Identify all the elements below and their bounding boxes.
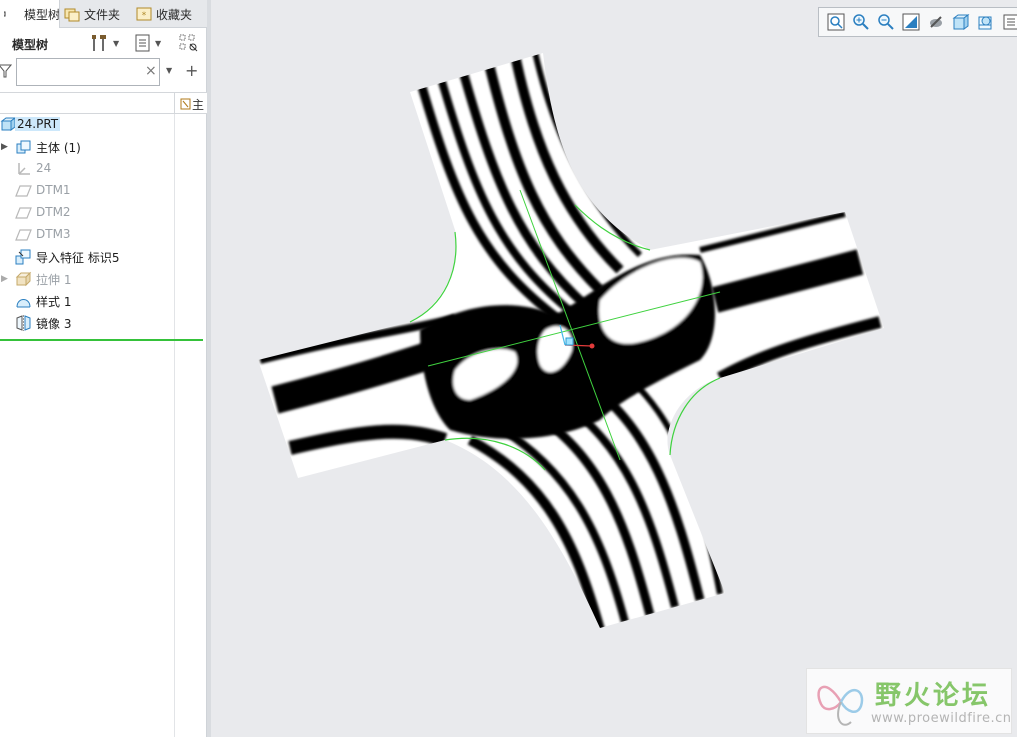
chevron-down-icon: ▼	[113, 38, 120, 48]
tree-item-part[interactable]: 24.PRT	[0, 114, 207, 136]
search-row: × ▼ +	[0, 58, 207, 86]
import-feature-icon	[15, 249, 31, 265]
tree-item-dtm1[interactable]: DTM1	[0, 180, 207, 202]
tree-filter-settings-button[interactable]	[178, 33, 200, 53]
datum-plane-icon	[15, 229, 32, 241]
body-icon	[16, 140, 31, 154]
tree-item-label: 导入特征 标识5	[36, 251, 120, 265]
refit-icon	[827, 13, 844, 31]
saved-views-button[interactable]	[948, 11, 973, 33]
tree-item-label: 24.PRT	[15, 117, 61, 131]
datum-plane-icon	[15, 185, 32, 197]
tree-item-label: 镜像 3	[36, 317, 72, 331]
chevron-down-icon[interactable]: ▼	[166, 66, 172, 75]
butterfly-logo-icon	[817, 685, 864, 726]
mirror-icon	[16, 315, 31, 331]
view-toolbar	[818, 7, 1017, 37]
tree-item-label: DTM2	[36, 205, 71, 219]
model-tree-tab-icon	[0, 6, 20, 22]
tree-item-dtm2[interactable]: DTM2	[0, 202, 207, 224]
csys-icon	[18, 163, 30, 175]
repaint-icon	[902, 13, 919, 31]
tree-column-header: 主	[0, 92, 207, 115]
panel-title: 模型树	[12, 38, 49, 52]
tree-item-label: DTM3	[36, 227, 71, 241]
app-window: 模型树 文件夹 * 收藏夹 模型树 ▼ ▼ × ▼ + 主 24.PRT ▶ 主…	[0, 0, 1017, 737]
view-manager-button[interactable]	[973, 11, 998, 33]
watermark-title: 野火论坛	[875, 681, 992, 711]
tree-item-label: DTM1	[36, 183, 71, 197]
navigator-tabs: 模型树 文件夹 * 收藏夹	[0, 0, 207, 28]
tab-label: 文件夹	[84, 7, 121, 22]
column-header-label[interactable]: 主	[180, 96, 207, 113]
folder-icon	[64, 6, 80, 22]
plus-icon[interactable]: +	[185, 61, 198, 80]
tab-folder-browser[interactable]: 文件夹	[60, 0, 132, 28]
extrude-icon	[15, 271, 32, 287]
repaint-button[interactable]	[898, 11, 923, 33]
favorites-icon: *	[136, 6, 152, 22]
search-input[interactable]	[16, 58, 160, 86]
filter-icon	[0, 64, 12, 78]
view-manager-icon	[978, 16, 991, 30]
insert-here-indicator[interactable]	[0, 339, 203, 341]
expand-arrow-icon[interactable]: ▶	[1, 274, 8, 284]
close-icon[interactable]: ×	[145, 63, 157, 79]
style-icon	[16, 299, 31, 308]
tree-item-label: 24	[36, 161, 52, 175]
tree-item-import-feature[interactable]: 导入特征 标识5	[0, 246, 207, 268]
svg-text:*: *	[142, 11, 147, 21]
saved-views-icon	[952, 14, 969, 30]
tree-item-extrude[interactable]: ▶ 拉伸 1	[0, 268, 207, 290]
column-bracket-icon	[180, 98, 191, 110]
display-style-icon	[929, 16, 942, 28]
column-divider	[174, 93, 175, 115]
model-tree-toolbar: 模型树 ▼ ▼	[0, 30, 207, 56]
tab-favorites[interactable]: * 收藏夹	[132, 0, 207, 28]
more-button[interactable]	[998, 11, 1017, 33]
datum-plane-icon	[15, 207, 32, 219]
tree-item-dtm3[interactable]: DTM3	[0, 224, 207, 246]
tools-icon	[92, 35, 106, 51]
expand-arrow-icon[interactable]: ▶	[1, 142, 8, 152]
refit-button[interactable]	[823, 11, 848, 33]
tab-label: 模型树	[24, 7, 60, 22]
zoom-in-button[interactable]	[848, 11, 873, 33]
tree-item-label: 样式 1	[36, 295, 72, 309]
tree-columns-icon	[179, 34, 198, 52]
zoom-in-icon	[852, 14, 869, 30]
zoom-out-icon	[877, 14, 894, 30]
more-icon	[1003, 14, 1017, 30]
tab-model-tree[interactable]: 模型树	[0, 0, 60, 28]
zoom-out-button[interactable]	[873, 11, 898, 33]
tree-item-body[interactable]: ▶ 主体 (1)	[0, 136, 207, 158]
tab-label: 收藏夹	[156, 7, 193, 22]
watermark-url: www.proewildfire.cn	[871, 711, 1012, 726]
graphics-viewport[interactable]	[211, 0, 1017, 737]
forum-watermark: 野火论坛 www.proewildfire.cn	[806, 668, 1012, 734]
tree-item-mirror[interactable]: 镜像 3	[0, 312, 207, 334]
tree-item-csys[interactable]: 24	[0, 158, 207, 180]
tree-item-style[interactable]: 样式 1	[0, 290, 207, 312]
display-style-button[interactable]	[923, 11, 948, 33]
settings-button[interactable]: ▼	[90, 33, 119, 53]
list-icon	[135, 34, 150, 52]
show-button[interactable]: ▼	[134, 33, 161, 53]
tree-item-label: 拉伸 1	[36, 273, 72, 287]
model-tree-panel: 模型树 文件夹 * 收藏夹 模型树 ▼ ▼ × ▼ + 主 24.PRT ▶ 主…	[0, 0, 207, 737]
tree-item-label: 主体 (1)	[36, 141, 81, 155]
chevron-down-icon: ▼	[155, 38, 162, 48]
